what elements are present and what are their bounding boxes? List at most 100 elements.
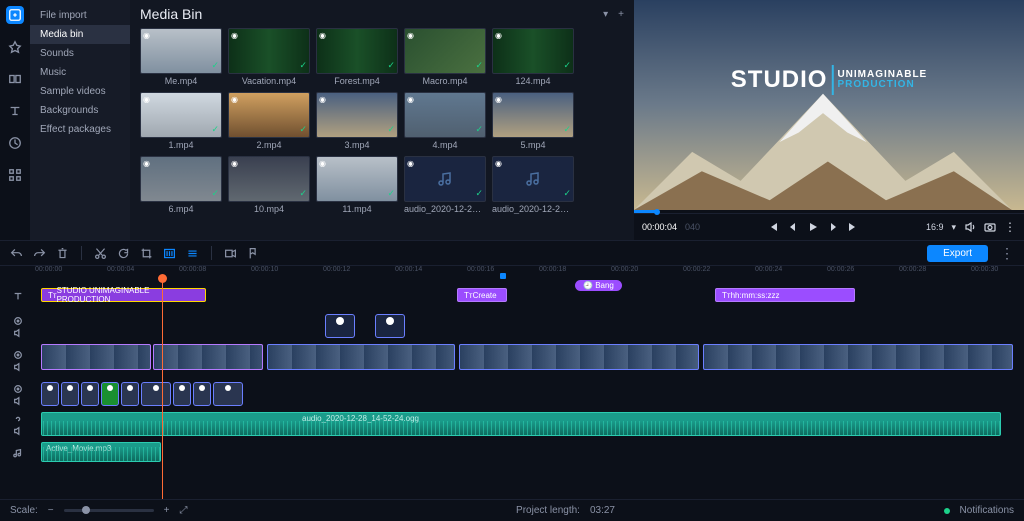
clip-thumbnail[interactable]: ◉✓ — [140, 156, 222, 202]
color-adjust-icon[interactable] — [163, 247, 176, 260]
mini-clip[interactable] — [213, 382, 243, 406]
music-track-icon[interactable] — [13, 448, 23, 458]
media-clip[interactable]: ◉✓Vacation.mp4 — [228, 28, 310, 86]
text-track-icon[interactable] — [13, 291, 23, 301]
title-block-timefmt[interactable]: Tт hh:mm:ss:zzz — [715, 288, 855, 302]
prev-frame-icon[interactable] — [787, 221, 799, 233]
title-block-main[interactable]: Tт STUDIO UNIMAGINABLE PRODUCTION — [41, 288, 206, 302]
preview-menu-icon[interactable]: ⋮ — [1004, 220, 1016, 234]
media-clip[interactable]: ◉✓124.mp4 — [492, 28, 574, 86]
audio-link-icon[interactable] — [13, 414, 23, 424]
media-clip[interactable]: ◉✓audio_2020-12-28_13-59-12.ogg — [492, 156, 574, 214]
media-clip[interactable]: ◉✓11.mp4 — [316, 156, 398, 214]
video-clip[interactable] — [41, 344, 151, 370]
transitions-tool-icon[interactable] — [6, 70, 24, 88]
sidebar-item-sounds[interactable]: Sounds — [30, 44, 130, 63]
overlay-mute-icon[interactable] — [13, 328, 23, 338]
aspect-chevron-icon[interactable]: ▾ — [951, 222, 956, 233]
more-tool-icon[interactable] — [6, 166, 24, 184]
sidebar-item-backgrounds[interactable]: Backgrounds — [30, 101, 130, 120]
media-clip[interactable]: ◉✓2.mp4 — [228, 92, 310, 150]
clip-thumbnail[interactable]: ◉✓ — [492, 156, 574, 202]
media-clip[interactable]: ◉✓5.mp4 — [492, 92, 574, 150]
delete-icon[interactable] — [56, 247, 69, 260]
sidebar-item-effect-packages[interactable]: Effect packages — [30, 120, 130, 139]
audio-clip[interactable]: Active_Movie.mp3 — [41, 442, 161, 462]
fit-icon[interactable]: ⤢ — [179, 505, 187, 516]
media-clip[interactable]: ◉✓Macro.mp4 — [404, 28, 486, 86]
snapshot-icon[interactable] — [984, 221, 996, 233]
clip-thumbnail[interactable]: ◉✓ — [140, 92, 222, 138]
skip-end-icon[interactable] — [847, 221, 859, 233]
timeline-playhead[interactable] — [162, 280, 163, 499]
media-clip[interactable]: ◉✓Forest.mp4 — [316, 28, 398, 86]
properties-icon[interactable] — [186, 247, 199, 260]
aspect-ratio[interactable]: 16:9 — [926, 222, 944, 232]
undo-icon[interactable] — [10, 247, 23, 260]
audio-clip[interactable]: audio_2020-12-28_14-52-24.ogg — [41, 412, 1001, 436]
filter-icon[interactable]: ▾ — [603, 9, 608, 20]
video-clip[interactable] — [703, 344, 1013, 370]
title-block-create[interactable]: Tт Create — [457, 288, 507, 302]
clip-thumbnail[interactable]: ◉✓ — [404, 28, 486, 74]
video-clip[interactable] — [153, 344, 263, 370]
media-clip[interactable]: ◉✓Me.mp4 — [140, 28, 222, 86]
record-icon[interactable] — [224, 247, 237, 260]
mini-clip[interactable] — [101, 382, 119, 406]
overlay-block[interactable] — [325, 314, 355, 338]
timeline-marker[interactable]: 🕘 Bang — [575, 280, 622, 291]
clip-thumbnail[interactable]: ◉✓ — [316, 156, 398, 202]
media-clip[interactable]: ◉✓4.mp4 — [404, 92, 486, 150]
timeline[interactable]: 00:00:0000:00:0400:00:0800:00:1000:00:12… — [0, 266, 1024, 499]
preview-seekbar[interactable] — [634, 210, 1024, 214]
media-clip[interactable]: ◉✓1.mp4 — [140, 92, 222, 150]
audio-mute-icon[interactable] — [13, 426, 23, 436]
marker-icon[interactable] — [247, 247, 260, 260]
export-button[interactable]: Export — [927, 245, 988, 262]
play-icon[interactable] — [807, 221, 819, 233]
clip-thumbnail[interactable]: ◉✓ — [228, 156, 310, 202]
effects-tool-icon[interactable] — [6, 38, 24, 56]
video-clip[interactable] — [459, 344, 699, 370]
video-mute-icon[interactable] — [13, 362, 23, 372]
clip-thumbnail[interactable]: ◉✓ — [316, 92, 398, 138]
toolbar-menu-icon[interactable]: ⋮ — [1000, 245, 1014, 262]
titles-tool-icon[interactable] — [6, 102, 24, 120]
mini-clip[interactable] — [173, 382, 191, 406]
sidebar-item-sample-videos[interactable]: Sample videos — [30, 82, 130, 101]
overlay-block[interactable] — [375, 314, 405, 338]
video-clip[interactable] — [267, 344, 455, 370]
mini-clip[interactable] — [121, 382, 139, 406]
media-clip[interactable]: ◉✓6.mp4 — [140, 156, 222, 214]
sidebar-item-music[interactable]: Music — [30, 63, 130, 82]
media-clip[interactable]: ◉✓audio_2020-12-28_14-52-24.ogg — [404, 156, 486, 214]
volume-icon[interactable] — [964, 221, 976, 233]
rotate-icon[interactable] — [117, 247, 130, 260]
overlay-visibility-icon[interactable] — [13, 316, 23, 326]
clip-thumbnail[interactable]: ◉✓ — [140, 28, 222, 74]
preview-video[interactable]: STUDIO UNIMAGINABLE PRODUCTION — [634, 0, 1024, 210]
mini-clip[interactable] — [141, 382, 171, 406]
notifications-button[interactable]: Notifications — [960, 505, 1014, 516]
next-frame-icon[interactable] — [827, 221, 839, 233]
timeline-ruler[interactable]: 00:00:0000:00:0400:00:0800:00:1000:00:12… — [0, 266, 1024, 280]
scale-slider[interactable] — [64, 509, 154, 512]
mini-clip[interactable] — [61, 382, 79, 406]
clip-thumbnail[interactable]: ◉✓ — [492, 92, 574, 138]
skip-start-icon[interactable] — [767, 221, 779, 233]
clip-thumbnail[interactable]: ◉✓ — [228, 92, 310, 138]
add-media-icon[interactable]: + — [618, 9, 624, 20]
media-clip[interactable]: ◉✓3.mp4 — [316, 92, 398, 150]
mini-clip[interactable] — [81, 382, 99, 406]
stickers-tool-icon[interactable] — [6, 134, 24, 152]
zoom-out-icon[interactable]: − — [48, 505, 54, 516]
crop-icon[interactable] — [140, 247, 153, 260]
cut-icon[interactable] — [94, 247, 107, 260]
clip-thumbnail[interactable]: ◉✓ — [492, 28, 574, 74]
mini-clip[interactable] — [41, 382, 59, 406]
redo-icon[interactable] — [33, 247, 46, 260]
media-clip[interactable]: ◉✓10.mp4 — [228, 156, 310, 214]
video-visibility-icon[interactable] — [13, 350, 23, 360]
clip-thumbnail[interactable]: ◉✓ — [316, 28, 398, 74]
clip-thumbnail[interactable]: ◉✓ — [404, 92, 486, 138]
